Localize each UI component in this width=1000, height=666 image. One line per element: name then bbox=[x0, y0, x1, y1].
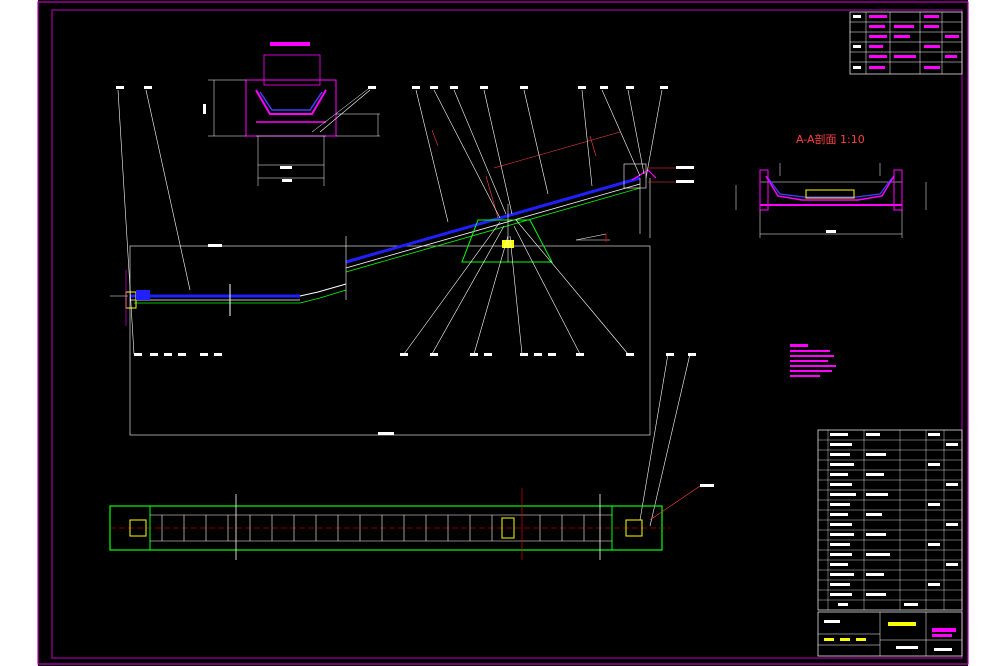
conveyor-elevation bbox=[110, 86, 696, 527]
conveyor-plan-view bbox=[109, 484, 714, 560]
parts-list-title-block bbox=[817, 429, 963, 657]
section-aa-title: A-A剖面 1:10 bbox=[796, 132, 865, 146]
technical-notes bbox=[790, 344, 836, 377]
revision-table bbox=[849, 11, 963, 75]
detail-section-aa: A-A剖面 1:10 bbox=[735, 132, 927, 238]
detail-section-bb bbox=[203, 42, 380, 186]
inner-frame bbox=[51, 9, 963, 659]
outer-frame bbox=[37, 1, 969, 665]
cad-viewer-canvas: A-A剖面 1:10 bbox=[0, 0, 1000, 666]
cad-drawing: A-A剖面 1:10 bbox=[37, 1, 969, 665]
